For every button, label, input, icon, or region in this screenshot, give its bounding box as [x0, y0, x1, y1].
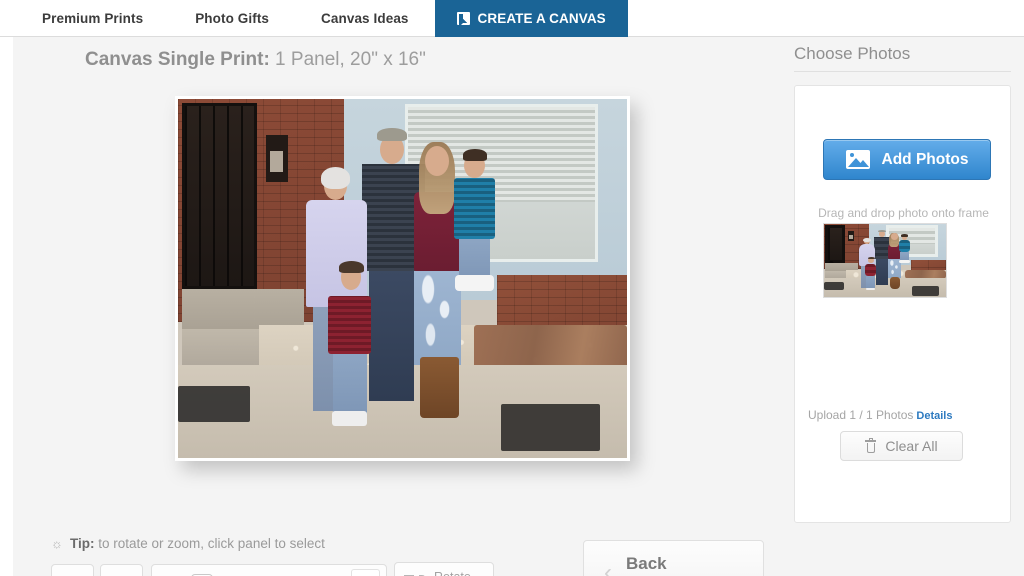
photo-gate-bars: [185, 105, 254, 287]
upload-status-text: Upload 1 / 1 Photos: [808, 408, 914, 422]
upload-status: Upload 1 / 1 Photos Details: [808, 408, 952, 422]
add-photos-button[interactable]: Add Photos: [823, 139, 991, 180]
photo-tray-panel: Add Photos Drag and drop photo onto fram…: [794, 85, 1011, 523]
back-button[interactable]: ‹ Back Change Size: [583, 540, 764, 576]
rotate-clockwise-button[interactable]: ↷: [100, 564, 143, 576]
page-title-bold: Canvas Single Print:: [85, 49, 270, 70]
photo-person-toddler-shoes: [455, 274, 494, 292]
tip-label: Tip:: [70, 536, 95, 551]
photo-landscape-rocks: [474, 325, 627, 369]
back-button-text: Back Change Size: [626, 554, 700, 576]
canvas-preview[interactable]: [175, 96, 630, 461]
rotate-canvas-label: Rotate Canvas: [434, 570, 476, 576]
add-photos-label: Add Photos: [881, 150, 969, 168]
canvas-stage: Canvas Single Print: 1 Panel, 20" x 16": [13, 37, 1023, 576]
back-button-title: Back: [626, 554, 667, 573]
nav-item-create-a-canvas[interactable]: CREATE A CANVAS: [434, 0, 628, 37]
photo-person-toddler-hair: [462, 149, 488, 161]
page-title: Canvas Single Print: 1 Panel, 20" x 16": [85, 49, 426, 71]
nav-item-photo-gifts[interactable]: Photo Gifts: [169, 0, 295, 37]
photo-iron-gate: [182, 102, 257, 386]
sidebar-divider: [794, 71, 1011, 72]
photo-thumbnail[interactable]: [823, 223, 947, 298]
photo-person-grandmother-body: [305, 199, 367, 308]
fullscreen-button[interactable]: [351, 569, 380, 576]
canvas-icon: [456, 12, 470, 27]
photo-person-grandfather-legs: [368, 267, 414, 401]
photo-person-grandmother-hair: [320, 167, 351, 189]
rotate-canvas-button[interactable]: Rotate Canvas: [394, 562, 494, 576]
photo-person-grandfather-cap: [377, 127, 407, 141]
rotate-canvas-line1: Rotate: [434, 570, 471, 576]
nav-item-label: CREATE A CANVAS: [477, 11, 606, 26]
details-link[interactable]: Details: [916, 410, 952, 422]
nav-item-canvas-ideas[interactable]: Canvas Ideas: [295, 0, 435, 37]
canvas-photo[interactable]: [178, 99, 627, 458]
nav-item-label: Canvas Ideas: [321, 11, 409, 26]
nav-item-premium-prints[interactable]: Premium Prints: [16, 0, 169, 37]
photo-person-girl-jean-rips: [414, 264, 462, 365]
photo-person-child-body: [328, 296, 372, 354]
tip-text: Tip: to rotate or zoom, click panel to s…: [70, 536, 325, 551]
photo-person-child-hair: [338, 260, 364, 273]
top-navigation-bar: Premium Prints Photo Gifts Canvas Ideas …: [0, 0, 1024, 37]
trash-icon: [865, 437, 877, 453]
nav-item-label: Photo Gifts: [195, 11, 270, 26]
sidebar-title: Choose Photos: [794, 44, 911, 63]
canvas-frame: [175, 96, 630, 461]
photo-person-child-legs: [332, 350, 367, 415]
clear-all-button[interactable]: Clear All: [840, 431, 963, 461]
canvas-builder-page: Premium Prints Photo Gifts Canvas Ideas …: [0, 0, 1024, 576]
choose-photos-sidebar: Choose Photos Add Photos Drag and drop p…: [781, 37, 1024, 576]
photo-person-child-shoes: [331, 411, 368, 426]
photo-person-girl-head: [424, 145, 450, 176]
photo-mat-right: [501, 404, 601, 451]
tip-body: to rotate or zoom, click panel to select: [94, 536, 325, 551]
zoom-control-group: [151, 564, 387, 576]
rotate-counterclockwise-button[interactable]: ↶: [51, 564, 94, 576]
photo-thumbnail-image: [824, 224, 946, 297]
lightbulb-icon: ☼: [51, 536, 63, 551]
photo-porch-lamp: [265, 134, 288, 182]
drag-drop-hint: Drag and drop photo onto frame: [818, 206, 989, 220]
image-icon: [845, 150, 870, 169]
nav-item-label: Premium Prints: [42, 11, 144, 26]
page-title-rest: 1 Panel, 20" x 16": [269, 49, 426, 70]
chevron-left-icon: ‹: [604, 559, 612, 576]
photo-person-girl-boots: [420, 357, 459, 419]
clear-all-label: Clear All: [885, 438, 938, 454]
left-gutter: [0, 37, 13, 576]
photo-mat-left: [178, 386, 250, 423]
photo-person-toddler-body: [454, 177, 495, 239]
